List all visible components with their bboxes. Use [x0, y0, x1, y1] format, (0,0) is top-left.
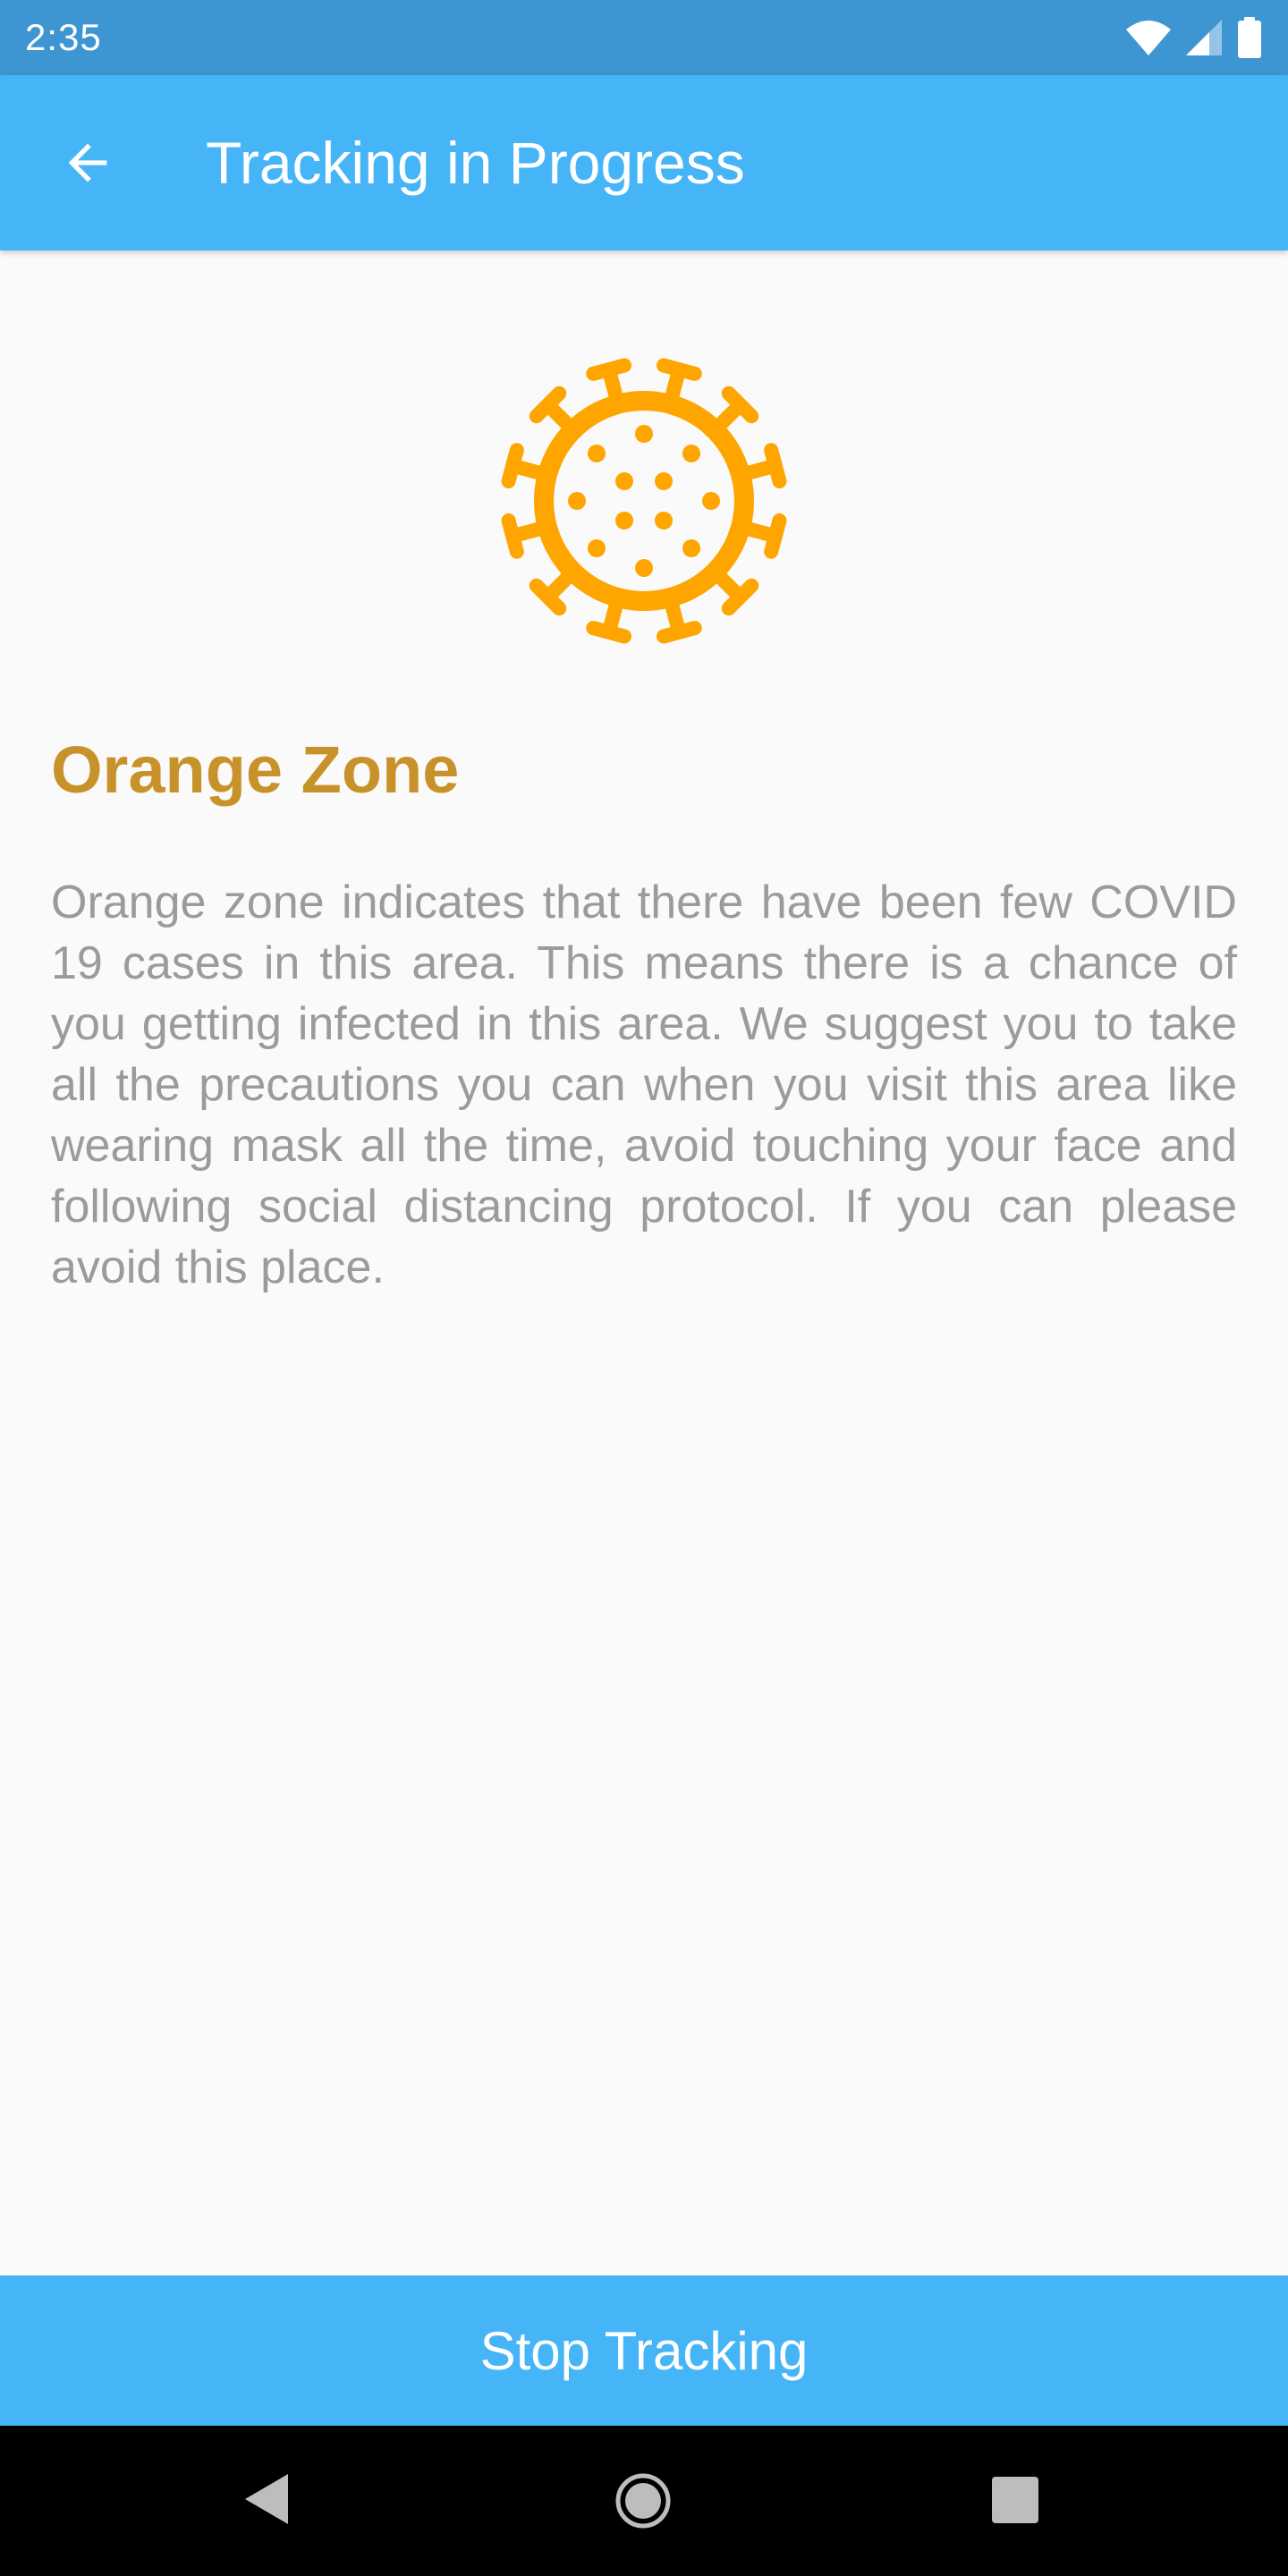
wifi-icon: [1126, 21, 1171, 55]
app-bar: Tracking in Progress: [0, 75, 1288, 250]
nav-back-icon[interactable]: [242, 2472, 292, 2526]
back-button[interactable]: [34, 109, 141, 216]
status-icons: [1125, 17, 1263, 58]
zone-description: Orange zone indicates that there have be…: [51, 877, 1237, 1293]
status-bar: 2:35: [0, 0, 1288, 75]
virus-icon: [501, 358, 787, 644]
cellular-signal-icon: [1186, 20, 1222, 55]
battery-icon: [1238, 17, 1261, 58]
zone-title: Orange Zone: [51, 733, 460, 807]
page-title: Tracking in Progress: [206, 130, 745, 196]
nav-home-icon[interactable]: [614, 2472, 672, 2529]
navigation-bar: [0, 2426, 1288, 2576]
stop-tracking-button[interactable]: Stop Tracking: [0, 2275, 1288, 2426]
status-time: 2:35: [25, 16, 102, 58]
arrow-back-icon: [68, 143, 107, 182]
nav-recents-icon[interactable]: [991, 2476, 1039, 2524]
